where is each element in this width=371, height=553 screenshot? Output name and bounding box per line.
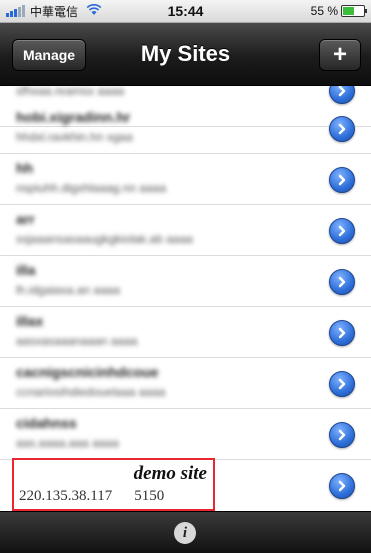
battery-indicator: 55 % (310, 4, 367, 18)
detail-disclosure-icon[interactable] (329, 218, 355, 244)
detail-disclosure-icon[interactable] (329, 116, 355, 142)
info-icon[interactable]: i (174, 522, 196, 544)
site-row[interactable]: illax aasxasaaanaaan aaaa (0, 307, 371, 358)
site-row[interactable]: hh nspiuhh.digxhlaaag.nn aaaa (0, 154, 371, 205)
site-name: hobi.xigradinn.hr (16, 109, 131, 125)
site-detail: ccnariosihdiedouelaaa aaaa (16, 385, 166, 399)
site-row[interactable]: illa lh.idgaiasa.an aaaa (0, 256, 371, 307)
site-detail: lh.idgaiasa.an aaaa (16, 283, 121, 297)
bottom-toolbar: i (0, 511, 371, 553)
demo-site-host: 220.135.38.117 (19, 488, 113, 504)
detail-disclosure-icon[interactable] (329, 320, 355, 346)
site-name: arr (16, 211, 35, 227)
site-list: sfhxaa.reamsx aaaa hobi.xigradinn.hr hhd… (0, 86, 371, 511)
detail-disclosure-icon[interactable] (329, 473, 355, 499)
demo-site-address: 220.135.38.117 5150 (19, 488, 164, 505)
site-detail: sfhxaa.reamsx aaaa (16, 86, 125, 98)
site-row[interactable]: arr ssjaaansasaaugkgkiolak.ab aaaa (0, 205, 371, 256)
site-name: illax (16, 313, 44, 329)
site-detail: aasxasaaanaaan aaaa (16, 334, 138, 348)
battery-percent: 55 % (310, 4, 338, 18)
demo-site-port: 5150 (134, 488, 165, 504)
detail-disclosure-icon[interactable] (329, 86, 355, 104)
site-row[interactable]: hobi.xigradinn.hr hhdxl.ravkhin.hn xgaa (0, 103, 371, 154)
site-name: hh (16, 160, 34, 176)
site-detail: hhdxl.ravkhin.hn xgaa (16, 130, 133, 144)
detail-disclosure-icon[interactable] (329, 269, 355, 295)
detail-disclosure-icon[interactable] (329, 371, 355, 397)
demo-site-highlight[interactable]: demo site 220.135.38.117 5150 (12, 458, 215, 511)
status-bar: 中華電信 15:44 55 % (0, 0, 371, 23)
signal-strength-icon (6, 5, 25, 17)
site-name: cidahnss (16, 415, 77, 431)
site-name: cacnigscnicinhdcoue (16, 364, 159, 380)
manage-button[interactable]: Manage (12, 39, 86, 71)
site-detail: aas.aaaa.aaa aaaa (16, 436, 119, 450)
navigation-bar: My Sites Manage + (0, 23, 371, 86)
add-site-button[interactable]: + (319, 39, 361, 71)
detail-disclosure-icon[interactable] (329, 422, 355, 448)
detail-disclosure-icon[interactable] (329, 167, 355, 193)
site-row[interactable]: cacnigscnicinhdcoue ccnariosihdiedouelaa… (0, 358, 371, 409)
site-row[interactable]: cidahnss aas.aaaa.aaa aaaa (0, 409, 371, 460)
phone-screen: 中華電信 15:44 55 % My Sites Manage + sfhxaa… (0, 0, 371, 553)
site-detail: nspiuhh.digxhlaaag.nn aaaa (16, 181, 167, 195)
site-name: illa (16, 262, 36, 278)
carrier-name: 中華電信 (30, 4, 79, 19)
wifi-icon (86, 3, 102, 19)
battery-icon (341, 5, 367, 17)
demo-site-name: demo site (133, 463, 207, 484)
site-detail: ssjaaansasaaugkgkiolak.ab aaaa (16, 232, 193, 246)
